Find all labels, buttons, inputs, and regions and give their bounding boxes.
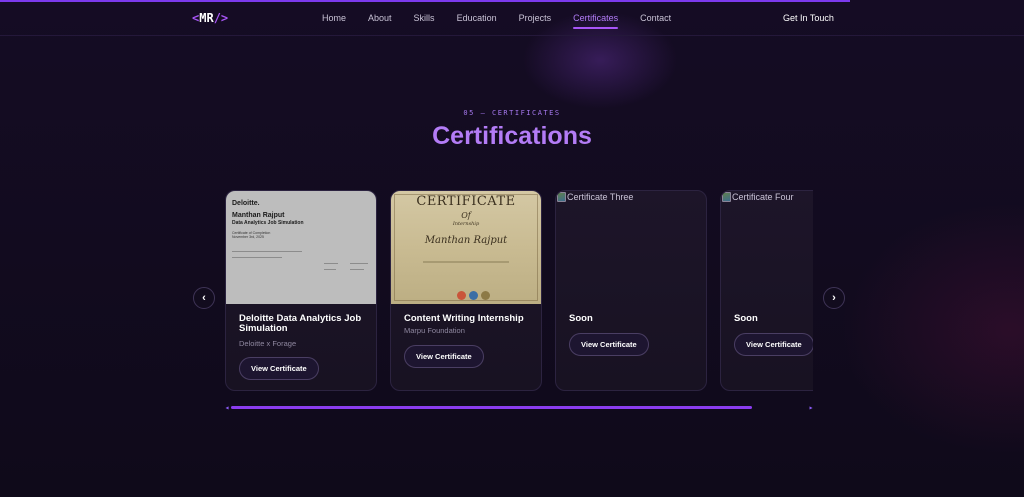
chevron-right-icon: › xyxy=(832,292,836,304)
chevron-left-icon: ‹ xyxy=(202,292,206,304)
seal-icon xyxy=(457,291,466,300)
scroll-left-icon[interactable]: ◀ xyxy=(225,405,229,410)
certificate-card-internship: CERTIFICATE Of Internship Manthan Rajput… xyxy=(390,190,542,391)
navbar: <MR/> Home About Skills Education Projec… xyxy=(0,2,1024,36)
scroll-right-icon[interactable]: ▶ xyxy=(809,405,813,410)
carousel-track: Deloitte. Manthan Rajput Data Analytics … xyxy=(225,190,813,391)
image-alt-text: Certificate Three xyxy=(567,192,634,202)
cert-date-line: November 3rd, 2025 xyxy=(232,235,264,239)
signature-mark xyxy=(324,263,338,264)
card-body: Soon View Certificate xyxy=(556,304,706,356)
seal-icon xyxy=(469,291,478,300)
certificate-image-four[interactable]: Certificate Four xyxy=(721,191,813,304)
cert-program-name: Data Analytics Job Simulation xyxy=(232,220,304,226)
certificate-image-deloitte[interactable]: Deloitte. Manthan Rajput Data Analytics … xyxy=(226,191,376,304)
card-title: Soon xyxy=(569,313,593,324)
signature-mark xyxy=(350,269,364,270)
deloitte-logo: Deloitte. xyxy=(232,200,260,207)
logo[interactable]: <MR/> xyxy=(192,11,228,25)
logo-bracket-close: /> xyxy=(213,11,229,25)
carousel-scrollbar[interactable]: ◀ ▶ xyxy=(225,405,813,410)
broken-image: Certificate Four xyxy=(722,192,794,202)
cert-recipient-name: Manthan Rajput xyxy=(232,212,285,219)
card-body: Deloitte Data Analytics Job Simulation D… xyxy=(226,304,376,380)
certificate-image-internship[interactable]: CERTIFICATE Of Internship Manthan Rajput xyxy=(391,191,541,304)
image-alt-text: Certificate Four xyxy=(732,192,794,202)
card-issuer: Marpu Foundation xyxy=(404,326,465,335)
broken-image: Certificate Three xyxy=(557,192,633,202)
certificate-image-three[interactable]: Certificate Three xyxy=(556,191,706,304)
carousel-next-button[interactable]: › xyxy=(823,287,845,309)
cert-text-rule xyxy=(232,257,282,258)
carousel-prev-button[interactable]: ‹ xyxy=(193,287,215,309)
signature-mark xyxy=(350,263,368,264)
view-certificate-button[interactable]: View Certificate xyxy=(404,345,484,368)
certificate-card-four: Certificate Four Soon View Certificate xyxy=(720,190,813,391)
view-certificate-button[interactable]: View Certificate xyxy=(239,357,319,380)
card-issuer: Deloitte x Forage xyxy=(239,339,297,348)
signature-mark xyxy=(324,269,336,270)
card-title: Soon xyxy=(734,313,758,324)
nav-link-projects[interactable]: Projects xyxy=(519,13,552,29)
nav-link-skills[interactable]: Skills xyxy=(414,13,435,29)
certificate-card-deloitte: Deloitte. Manthan Rajput Data Analytics … xyxy=(225,190,377,391)
card-title: Deloitte Data Analytics Job Simulation xyxy=(239,313,362,334)
broken-image-icon xyxy=(557,192,566,202)
section-label: 05 — CERTIFICATES xyxy=(463,109,561,117)
cert-text-rule xyxy=(423,261,509,263)
seal-icon xyxy=(481,291,490,300)
nav-link-certificates[interactable]: Certificates xyxy=(573,13,619,29)
view-certificate-button[interactable]: View Certificate xyxy=(734,333,813,356)
card-body: Content Writing Internship Marpu Foundat… xyxy=(391,304,541,368)
section-title: Certifications xyxy=(432,122,592,150)
cert-text-rule xyxy=(232,251,302,252)
certificate-card-three: Certificate Three Soon View Certificate xyxy=(555,190,707,391)
card-body: Soon View Certificate xyxy=(721,304,813,356)
broken-image-icon xyxy=(722,192,731,202)
logo-text: MR xyxy=(199,11,214,25)
card-title: Content Writing Internship xyxy=(404,313,524,324)
nav-link-education[interactable]: Education xyxy=(457,13,497,29)
scrollbar-thumb[interactable] xyxy=(231,406,752,409)
nav-link-about[interactable]: About xyxy=(368,13,392,29)
get-in-touch-button[interactable]: Get In Touch xyxy=(783,13,834,23)
carousel-viewport: Deloitte. Manthan Rajput Data Analytics … xyxy=(225,190,813,392)
certificate-frame xyxy=(394,194,538,301)
view-certificate-button[interactable]: View Certificate xyxy=(569,333,649,356)
nav-links: Home About Skills Education Projects Cer… xyxy=(322,13,693,29)
nav-link-home[interactable]: Home xyxy=(322,13,346,29)
nav-link-contact[interactable]: Contact xyxy=(640,13,671,29)
